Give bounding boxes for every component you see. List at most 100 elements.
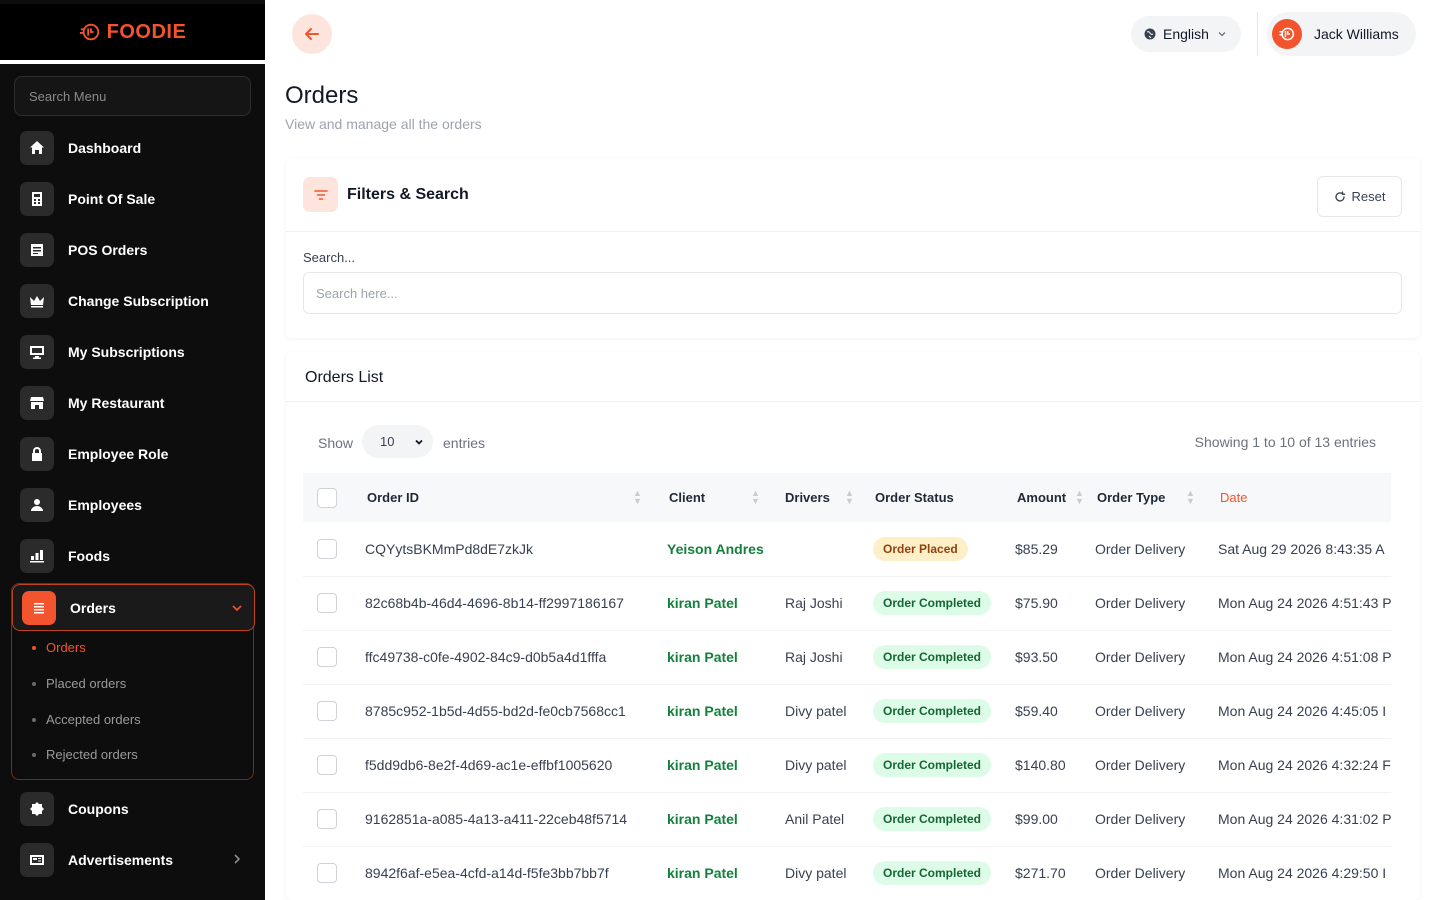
- amount-cell: $271.70: [1015, 865, 1066, 881]
- client-link[interactable]: kiran Patel: [667, 649, 738, 665]
- home-icon: [20, 131, 54, 165]
- date-cell: Mon Aug 24 2026 4:32:24 F: [1218, 757, 1391, 773]
- chevron-right-icon: [234, 854, 241, 864]
- language-selector[interactable]: English: [1131, 16, 1241, 52]
- table-row[interactable]: CQYytsBKMmPd8dE7zkJk Yeison Andres Order P…: [303, 522, 1391, 576]
- status-badge: Order Completed: [873, 861, 992, 885]
- sidebar-item-orders[interactable]: Orders: [12, 584, 255, 631]
- client-link[interactable]: kiran Patel: [667, 811, 738, 827]
- brand-name: FOODIE: [106, 20, 187, 43]
- select-all-checkbox[interactable]: [317, 487, 337, 508]
- table-row[interactable]: f5dd9db6-8e2f-4d69-ac1e-effbf1005620 kira…: [303, 738, 1391, 792]
- column-header-client[interactable]: Client ▲ ▼: [653, 473, 771, 522]
- reset-label: Reset: [1351, 189, 1386, 204]
- sidebar-item-coupons[interactable]: Coupons: [14, 788, 254, 830]
- column-header-order-type[interactable]: Order Type ▲ ▼: [1085, 473, 1206, 522]
- column-header-amount[interactable]: Amount ▲ ▼: [1005, 473, 1085, 522]
- sidebar-item-advertisements[interactable]: Advertisements: [14, 839, 254, 881]
- table-row[interactable]: 8942f6af-e5ea-4cfd-a14d-f5fe3bb7bb7f kira…: [303, 846, 1391, 900]
- row-checkbox[interactable]: [317, 863, 337, 883]
- row-checkbox[interactable]: [317, 593, 337, 613]
- list-icon: [22, 590, 56, 625]
- column-header-order-status[interactable]: Order Status: [865, 473, 1005, 522]
- column-header-order-id[interactable]: Order ID ▲ ▼: [351, 473, 653, 522]
- table-row[interactable]: ffc49738-c0fe-4902-84c9-d0b5a4d1fffa kira…: [303, 630, 1391, 684]
- table-header-row: Order ID ▲ ▼ Client ▲ ▼ Drivers ▲ ▼ Order Stat…: [303, 473, 1391, 522]
- badge-icon: [20, 792, 54, 826]
- column-label: Client: [669, 490, 706, 505]
- amount-cell: $75.90: [1015, 595, 1058, 611]
- user-menu[interactable]: Jack Williams: [1267, 12, 1416, 56]
- orders-list-title: Orders List: [305, 369, 384, 386]
- client-link[interactable]: kiran Patel: [667, 595, 738, 611]
- table-row[interactable]: 9162851a-a085-4a13-a411-22ceb48f5714 kira…: [303, 792, 1391, 846]
- sidebar-subitem-accepted-orders[interactable]: Accepted orders: [32, 712, 141, 727]
- sort-icon: ▲ ▼: [845, 488, 854, 506]
- client-link[interactable]: kiran Patel: [667, 865, 738, 881]
- sidebar-item-employee-role[interactable]: Employee Role: [14, 433, 254, 475]
- sidebar-item-label: Coupons: [68, 801, 129, 817]
- store-icon: [20, 386, 54, 420]
- sidebar-item-pos-orders[interactable]: POS Orders: [14, 229, 254, 271]
- orders-search-input[interactable]: [303, 272, 1402, 314]
- entries-value: 10: [380, 434, 395, 449]
- date-cell: Mon Aug 24 2026 4:45:05 I: [1218, 703, 1387, 719]
- order-id-cell: 9162851a-a085-4a13-a411-22ceb48f5714: [365, 811, 628, 827]
- status-badge: Order Completed: [873, 699, 992, 723]
- amount-cell: $99.00: [1015, 811, 1058, 827]
- sidebar-item-dashboard[interactable]: Dashboard: [14, 127, 254, 169]
- row-checkbox[interactable]: [317, 809, 337, 829]
- table-row[interactable]: 82c68b4b-46d4-4696-8b14-ff2997186167 kira…: [303, 576, 1391, 630]
- language-label: English: [1163, 26, 1209, 42]
- sidebar-item-label: Point Of Sale: [68, 191, 156, 207]
- row-checkbox[interactable]: [317, 755, 337, 775]
- driver-cell: [771, 522, 865, 576]
- sidebar-item-employees[interactable]: Employees: [14, 484, 254, 526]
- orders-list-card: Orders List Show 10 entries Showing 1 to…: [286, 352, 1420, 900]
- sidebar-subitem-placed-orders[interactable]: Placed orders: [32, 676, 126, 691]
- order-type-cell: Order Delivery: [1095, 703, 1186, 719]
- orders-list-header: Orders List: [286, 352, 1420, 402]
- sidebar-item-label: Advertisements: [68, 852, 174, 868]
- driver-cell: Divy patel: [785, 865, 847, 881]
- date-cell: Sat Aug 29 2026 8:43:35 A: [1218, 540, 1385, 557]
- status-badge: Order Completed: [873, 807, 992, 831]
- sidebar-item-change-subscription[interactable]: Change Subscription: [14, 280, 254, 322]
- bullet-dot: [32, 717, 36, 722]
- search-label: Search...: [303, 250, 356, 265]
- amount-cell: $93.50: [1015, 649, 1058, 665]
- column-header-drivers[interactable]: Drivers ▲ ▼: [771, 473, 865, 522]
- globe-icon: [1144, 28, 1156, 40]
- client-link[interactable]: Yeison Andres: [667, 541, 764, 557]
- row-checkbox[interactable]: [317, 538, 337, 559]
- avatar: [1272, 19, 1302, 49]
- chevron-down-icon: [1218, 32, 1226, 37]
- sort-icon: ▲ ▼: [751, 488, 760, 506]
- sidebar-subitem-rejected-orders[interactable]: Rejected orders: [32, 747, 138, 762]
- logo[interactable]: FOODIE: [0, 4, 265, 64]
- entries-per-page-select[interactable]: 10: [362, 425, 433, 458]
- driver-cell: Raj Joshi: [785, 649, 843, 665]
- order-type-cell: Order Delivery: [1095, 811, 1186, 827]
- row-checkbox[interactable]: [317, 647, 337, 667]
- client-link[interactable]: kiran Patel: [667, 757, 738, 773]
- column-header-date[interactable]: Date: [1206, 473, 1391, 522]
- client-link[interactable]: kiran Patel: [667, 703, 738, 719]
- sidebar-subitem-orders[interactable]: Orders: [32, 640, 86, 655]
- reset-button[interactable]: Reset: [1317, 176, 1402, 217]
- driver-cell: Anil Patel: [785, 811, 845, 827]
- row-checkbox[interactable]: [317, 701, 337, 721]
- sidebar-item-my-restaurant[interactable]: My Restaurant: [14, 382, 254, 424]
- sidebar-item-foods[interactable]: Foods: [14, 535, 254, 577]
- column-label: Amount: [1017, 490, 1067, 505]
- sidebar-search-input[interactable]: [14, 76, 251, 116]
- date-cell: Mon Aug 24 2026 4:29:50 I: [1218, 865, 1387, 881]
- orders-table: Order ID ▲ ▼ Client ▲ ▼ Drivers ▲ ▼ Order Stat…: [303, 473, 1391, 900]
- driver-cell: Divy patel: [785, 757, 847, 773]
- table-row[interactable]: 8785c952-1b5d-4d55-bd2d-fe0cb7568cc1 kira…: [303, 684, 1391, 738]
- back-button[interactable]: [292, 14, 332, 54]
- sidebar-item-my-subscriptions[interactable]: My Subscriptions: [14, 331, 254, 373]
- sidebar-item-point-of-sale[interactable]: Point Of Sale: [14, 178, 254, 220]
- order-type-cell: Order Delivery: [1095, 865, 1186, 881]
- user-name: Jack Williams: [1314, 26, 1399, 42]
